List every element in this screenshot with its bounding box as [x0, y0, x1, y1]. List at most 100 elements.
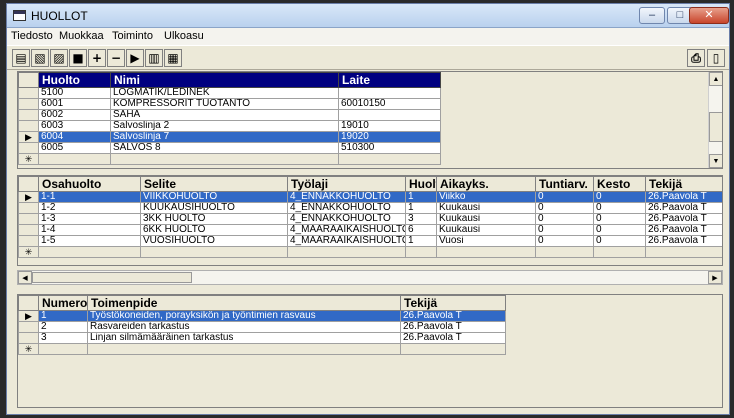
huollot-vertical-scrollbar[interactable]: ▲ ▼	[708, 72, 722, 168]
table-cell[interactable]: 1-2	[38, 202, 141, 214]
table-cell[interactable]: Salvoslinja 2	[110, 120, 339, 132]
scroll-thumb[interactable]	[709, 112, 722, 142]
table-cell[interactable]: 4_ENNAKKOHUOLTO	[287, 213, 406, 225]
row-selector[interactable]: ▶	[18, 191, 39, 203]
table-cell[interactable]: 19020	[338, 131, 441, 143]
table-cell[interactable]: Viikko	[436, 191, 536, 203]
table-row[interactable]: ▶ 1 Työstökoneiden, porayksikön ja työntim…	[18, 310, 506, 322]
add-plus-icon[interactable]: +	[88, 49, 106, 67]
table-cell[interactable]	[338, 87, 441, 99]
table-cell[interactable]: 4_ENNAKKOHUOLTO	[287, 202, 406, 214]
row-selector[interactable]: ▶	[18, 310, 39, 322]
table-cell[interactable]: KUUKAUSIHUOLTO	[140, 202, 288, 214]
table-cell[interactable]	[400, 343, 506, 355]
exit-door-icon[interactable]: ▯	[707, 49, 725, 67]
table-cell[interactable]: 1	[405, 202, 437, 214]
table-cell[interactable]: 26.Paavola T	[400, 332, 506, 344]
table-cell[interactable]	[405, 246, 437, 258]
table-cell[interactable]: VUOSIHUOLTO	[140, 235, 288, 247]
remove-minus-icon[interactable]: −	[107, 49, 125, 67]
table-cell[interactable]: 0	[593, 213, 646, 225]
table-cell[interactable]	[645, 246, 722, 258]
table-cell[interactable]: LOGMATIK/LEDINEK	[110, 87, 339, 99]
column-header-tuntiarv[interactable]: Tuntiarv.	[535, 176, 594, 192]
table-cell[interactable]: 1-1	[38, 191, 141, 203]
row-selector[interactable]	[18, 109, 39, 121]
table-cell[interactable]	[38, 343, 88, 355]
table-cell[interactable]: 26.Paavola T	[645, 202, 722, 214]
table-cell[interactable]: 1-5	[38, 235, 141, 247]
scroll-down-icon[interactable]: ▼	[709, 154, 722, 168]
table-cell[interactable]: 6	[405, 224, 437, 236]
table-cell[interactable]: 1	[405, 235, 437, 247]
scroll-up-icon[interactable]: ▲	[709, 72, 722, 86]
table-cell[interactable]	[287, 246, 406, 258]
table-cell[interactable]: 26.Paavola T	[400, 321, 506, 333]
table-cell[interactable]: 1-4	[38, 224, 141, 236]
menu-muokkaa[interactable]: Muokkaa	[59, 30, 104, 42]
save-disk-icon[interactable]: ■	[69, 49, 87, 67]
row-selector[interactable]	[18, 321, 39, 333]
osahuollot-horizontal-scrollbar[interactable]: ◀ ▶	[17, 270, 723, 285]
row-selector[interactable]: ✳	[18, 153, 39, 165]
table-cell[interactable]: 2	[38, 321, 88, 333]
table-cell[interactable]: 0	[593, 235, 646, 247]
table-cell[interactable]: 26.Paavola T	[645, 213, 722, 225]
row-selector[interactable]: ✳	[18, 246, 39, 258]
title-bar[interactable]: HUOLLOT – □ ✕	[7, 4, 729, 28]
table-cell[interactable]: 0	[535, 213, 594, 225]
table-cell[interactable]: 1	[38, 310, 88, 322]
table-cell[interactable]	[338, 153, 441, 165]
table-cell[interactable]: 60010150	[338, 98, 441, 110]
table-cell[interactable]: 19010	[338, 120, 441, 132]
table-cell[interactable]: 1	[405, 191, 437, 203]
table-cell[interactable]: 26.Paavola T	[400, 310, 506, 322]
menu-ulkoasu[interactable]: Ulkoasu	[164, 30, 204, 42]
column-header-tekija[interactable]: Tekijä	[645, 176, 722, 192]
table-cell[interactable]: SAHA	[110, 109, 339, 121]
row-selector[interactable]: ✳	[18, 343, 39, 355]
table-cell[interactable]: 1-3	[38, 213, 141, 225]
new-record-row[interactable]: ✳	[18, 343, 506, 355]
new-record-row[interactable]: ✳	[18, 246, 722, 258]
column-header-laite[interactable]: Laite	[338, 72, 441, 88]
table-cell[interactable]: 3KK HUOLTO	[140, 213, 288, 225]
table-row[interactable]: ▶ 6004 Salvoslinja 7 19020	[18, 131, 441, 143]
table-cell[interactable]: 0	[535, 202, 594, 214]
column-header-huoltov[interactable]: Huoltov	[405, 176, 437, 192]
column-header-huolto[interactable]: Huolto	[38, 72, 111, 88]
row-selector[interactable]	[18, 332, 39, 344]
table-cell[interactable]: 26.Paavola T	[645, 235, 722, 247]
table-row[interactable]: 6005 SALVOS 8 510300	[18, 142, 441, 154]
table-cell[interactable]: Vuosi	[436, 235, 536, 247]
new-record-row[interactable]: ✳	[18, 153, 441, 165]
row-selector[interactable]: ▶	[18, 131, 39, 143]
table-cell[interactable]: Työstökoneiden, porayksikön ja työntimie…	[87, 310, 401, 322]
row-selector[interactable]	[18, 120, 39, 132]
minimize-button[interactable]: –	[639, 7, 665, 24]
table-row[interactable]: ▶ 1-1 VIIKKOHUOLTO 4_ENNAKKOHUOLTO 1 Viikko 0 0…	[18, 191, 722, 203]
scroll-thumb[interactable]	[32, 272, 192, 283]
table-row[interactable]: 6001 KOMPRESSORIT TUOTANTO 60010150	[18, 98, 441, 110]
table-cell[interactable]	[593, 246, 646, 258]
table-cell[interactable]	[87, 343, 401, 355]
open-folder-icon[interactable]: ▤	[12, 49, 30, 67]
table-cell[interactable]: 6004	[38, 131, 111, 143]
table-row[interactable]: 1-3 3KK HUOLTO 4_ENNAKKOHUOLTO 3 Kuukausi 0 0 2…	[18, 213, 722, 225]
table-cell[interactable]: VIIKKOHUOLTO	[140, 191, 288, 203]
column-header-toimenpide[interactable]: Toimenpide	[87, 295, 401, 311]
close-button[interactable]: ✕	[689, 7, 729, 24]
table-cell[interactable]	[338, 109, 441, 121]
table-cell[interactable]: Kuukausi	[436, 213, 536, 225]
table-cell[interactable]: KOMPRESSORIT TUOTANTO	[110, 98, 339, 110]
row-selector[interactable]	[18, 235, 39, 247]
table-cell[interactable]: Salvoslinja 7	[110, 131, 339, 143]
edit-document-icon[interactable]: ▧	[31, 49, 49, 67]
column-header-kesto[interactable]: Kesto	[593, 176, 646, 192]
columns-icon[interactable]: ▥	[145, 49, 163, 67]
table-cell[interactable]: 26.Paavola T	[645, 191, 722, 203]
table-cell[interactable]: 0	[593, 191, 646, 203]
table-cell[interactable]	[110, 153, 339, 165]
table-row[interactable]: 1-4 6KK HUOLTO 4_MÄÄRÄAIKAISHUOLTO 6 Kuukaus…	[18, 224, 722, 236]
table-cell[interactable]: 4_ENNAKKOHUOLTO	[287, 191, 406, 203]
